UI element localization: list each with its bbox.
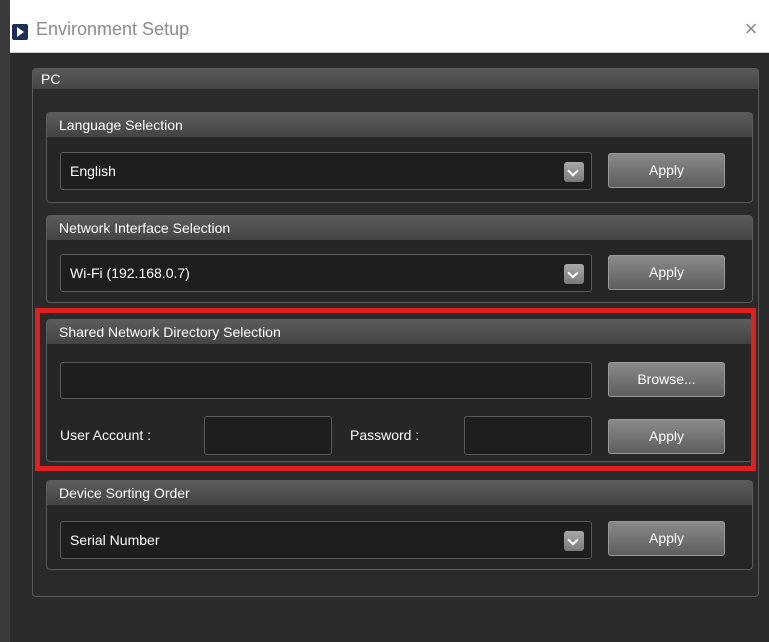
user-account-label: User Account : — [60, 427, 152, 443]
pc-group: PC Language Selection English Apply Netw… — [32, 68, 759, 597]
password-label: Password : — [350, 427, 420, 443]
shared-directory-header: Shared Network Directory Selection — [47, 320, 752, 344]
chevron-down-icon[interactable] — [564, 162, 584, 182]
app-play-icon — [12, 24, 28, 40]
chevron-down-icon[interactable] — [564, 531, 584, 551]
device-sorting-header: Device Sorting Order — [47, 481, 752, 505]
network-interface-selected-value: Wi-Fi (192.168.0.7) — [70, 265, 190, 281]
shared-directory-path-field[interactable] — [60, 362, 592, 399]
device-sorting-selected-value: Serial Number — [70, 532, 160, 548]
close-icon[interactable]: × — [738, 15, 764, 43]
password-field[interactable] — [464, 416, 592, 455]
pc-group-label: PC — [33, 69, 758, 89]
language-selection-header: Language Selection — [47, 113, 752, 137]
language-selection-section: Language Selection English Apply — [46, 112, 753, 203]
network-interface-apply-button[interactable]: Apply — [608, 255, 725, 290]
device-sorting-section: Device Sorting Order Serial Number Apply — [46, 480, 753, 570]
browse-button[interactable]: Browse... — [608, 362, 725, 397]
device-sorting-dropdown[interactable]: Serial Number — [60, 521, 592, 559]
chevron-down-icon[interactable] — [564, 264, 584, 284]
network-interface-dropdown[interactable]: Wi-Fi (192.168.0.7) — [60, 254, 592, 292]
language-apply-button[interactable]: Apply — [608, 153, 725, 188]
language-dropdown[interactable]: English — [60, 152, 592, 190]
network-interface-section: Network Interface Selection Wi-Fi (192.1… — [46, 215, 753, 303]
language-selected-value: English — [70, 163, 116, 179]
environment-setup-window: Environment Setup × PC Language Selectio… — [10, 0, 769, 642]
shared-directory-apply-button[interactable]: Apply — [608, 419, 725, 454]
title-bar: Environment Setup × — [10, 0, 769, 53]
user-account-field[interactable] — [204, 416, 332, 455]
window-title: Environment Setup — [36, 19, 190, 39]
network-interface-header: Network Interface Selection — [47, 216, 752, 240]
shared-directory-section: Shared Network Directory Selection Brows… — [46, 319, 753, 462]
device-sorting-apply-button[interactable]: Apply — [608, 521, 725, 556]
